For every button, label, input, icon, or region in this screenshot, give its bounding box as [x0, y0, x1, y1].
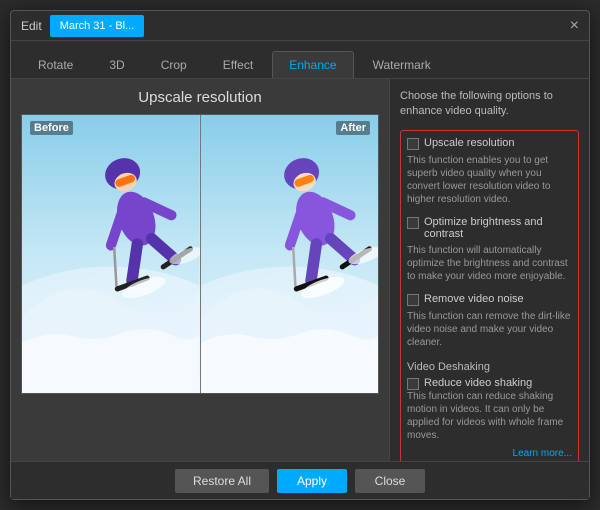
before-after-container: Before: [21, 114, 379, 394]
preview-title: Upscale resolution: [138, 89, 261, 106]
deshaking-section: Video Deshaking Reduce video shaking Thi…: [407, 357, 572, 442]
tab-bar: Rotate 3D Crop Effect Enhance Watermark: [11, 41, 589, 79]
brightness-desc: This function will automatically optimiz…: [407, 244, 572, 283]
after-panel: After: [201, 115, 379, 393]
deshake-checkbox[interactable]: [407, 378, 419, 390]
before-label: Before: [30, 121, 73, 135]
edit-window: Edit March 31 - Bl... × Rotate 3D Crop E…: [10, 10, 590, 500]
noise-label: Remove video noise: [424, 293, 524, 305]
brightness-label: Optimize brightness and contrast: [424, 216, 572, 240]
tab-effect[interactable]: Effect: [206, 51, 270, 78]
enhance-options-section: Upscale resolution This function enables…: [400, 130, 579, 461]
window-title: Edit: [21, 19, 42, 33]
preview-panel: Upscale resolution Before: [11, 79, 389, 461]
bottom-bar: Restore All Apply Close: [11, 461, 589, 499]
noise-desc: This function can remove the dirt-like v…: [407, 310, 572, 349]
upscale-label: Upscale resolution: [424, 137, 515, 149]
title-bar-left: Edit March 31 - Bl...: [21, 15, 144, 37]
options-intro: Choose the following options to enhance …: [400, 89, 579, 120]
after-skier-image: [201, 115, 379, 393]
before-panel: Before: [22, 115, 201, 393]
after-label: After: [336, 121, 370, 135]
brightness-checkbox[interactable]: [407, 217, 419, 229]
tab-3d[interactable]: 3D: [92, 51, 141, 78]
deshake-label: Reduce video shaking: [424, 377, 532, 389]
tab-rotate[interactable]: Rotate: [21, 51, 90, 78]
tab-watermark[interactable]: Watermark: [356, 51, 448, 78]
deshake-desc: This function can reduce shaking motion …: [407, 390, 572, 442]
options-panel: Choose the following options to enhance …: [389, 79, 589, 461]
deshaking-title: Video Deshaking: [407, 361, 572, 373]
content-area: Upscale resolution Before: [11, 79, 589, 461]
apply-button[interactable]: Apply: [277, 469, 347, 493]
file-tab[interactable]: March 31 - Bl...: [50, 15, 145, 37]
brightness-option-row: Optimize brightness and contrast: [407, 216, 572, 240]
tab-crop[interactable]: Crop: [144, 51, 204, 78]
window-close-button[interactable]: ×: [570, 18, 579, 34]
upscale-option-row: Upscale resolution: [407, 137, 572, 150]
title-bar: Edit March 31 - Bl... ×: [11, 11, 589, 41]
learn-more-link[interactable]: Learn more...: [407, 448, 572, 459]
restore-all-button[interactable]: Restore All: [175, 469, 269, 493]
tab-enhance[interactable]: Enhance: [272, 51, 353, 78]
noise-checkbox[interactable]: [407, 294, 419, 306]
noise-option-row: Remove video noise: [407, 293, 572, 306]
deshake-option-row: Reduce video shaking: [407, 377, 572, 390]
upscale-checkbox[interactable]: [407, 138, 419, 150]
close-button[interactable]: Close: [355, 469, 425, 493]
before-skier-image: [22, 115, 200, 393]
upscale-desc: This function enables you to get superb …: [407, 154, 572, 206]
